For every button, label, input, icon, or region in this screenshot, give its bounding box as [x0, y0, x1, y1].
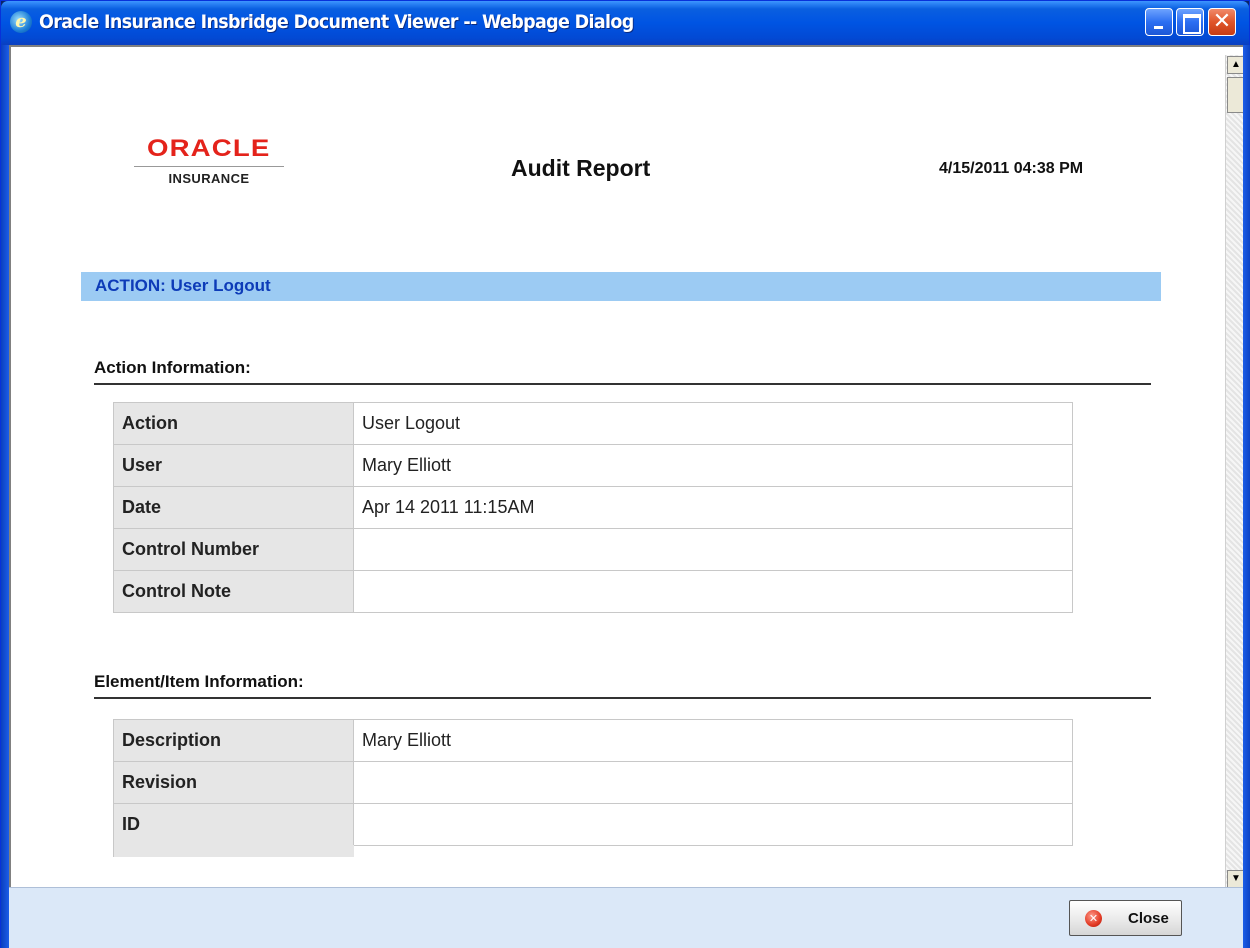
- close-button-label: Close: [1128, 910, 1169, 927]
- table-row: User Mary Elliott: [113, 444, 1073, 487]
- document-viewport[interactable]: ORACLE INSURANCE Audit Report 4/15/2011 …: [9, 45, 1243, 887]
- close-window-button[interactable]: ✕: [1208, 8, 1236, 36]
- logo-subtitle: INSURANCE: [168, 171, 250, 186]
- window-border-right: [1243, 45, 1250, 948]
- title-bar[interactable]: e Oracle Insurance Insbridge Document Vi…: [1, 1, 1249, 45]
- row-value: Mary Elliott: [353, 444, 1073, 487]
- dialog-window: e Oracle Insurance Insbridge Document Vi…: [0, 0, 1250, 948]
- table-row: Revision: [113, 761, 1073, 804]
- row-label: Control Number: [113, 528, 354, 571]
- row-value: [353, 803, 1073, 846]
- window-title: Oracle Insurance Insbridge Document View…: [39, 11, 634, 33]
- table-row: ID: [113, 803, 1073, 846]
- row-value: Apr 14 2011 11:15AM: [353, 486, 1073, 529]
- table-row: Date Apr 14 2011 11:15AM: [113, 486, 1073, 529]
- row-value: User Logout: [353, 402, 1073, 445]
- row-value: [353, 761, 1073, 804]
- report-timestamp: 4/15/2011 04:38 PM: [939, 160, 1084, 177]
- action-banner-text: ACTION: User Logout: [95, 276, 271, 295]
- vertical-scrollbar[interactable]: ▲ ▼: [1225, 55, 1243, 887]
- row-value: Mary Elliott: [353, 719, 1073, 762]
- report-title: Audit Report: [511, 155, 651, 181]
- section-title-element-item-information: Element/Item Information:: [94, 672, 1151, 699]
- maximize-button[interactable]: [1176, 8, 1204, 36]
- scroll-thumb[interactable]: [1227, 77, 1243, 113]
- close-circle-icon: ✕: [1085, 910, 1102, 927]
- row-label: Description: [113, 719, 354, 762]
- row-label: Date: [113, 486, 354, 529]
- close-icon: ✕: [1212, 9, 1232, 34]
- row-label: Revision: [113, 761, 354, 804]
- action-information-table: Action User Logout User Mary Elliott Dat…: [113, 402, 1073, 613]
- section-title-action-information: Action Information:: [94, 358, 1151, 385]
- close-button[interactable]: ✕ Close: [1069, 900, 1182, 936]
- element-information-table: Description Mary Elliott Revision ID: [113, 719, 1073, 846]
- oracle-insurance-logo: ORACLE INSURANCE: [129, 135, 289, 186]
- dialog-client-area: ORACLE INSURANCE Audit Report 4/15/2011 …: [9, 45, 1243, 948]
- table-row: Control Number: [113, 528, 1073, 571]
- window-border-left: [1, 45, 9, 948]
- action-banner: ACTION: User Logout: [81, 272, 1161, 301]
- row-value: [353, 528, 1073, 571]
- minimize-button[interactable]: [1145, 8, 1173, 36]
- table-row: Action User Logout: [113, 402, 1073, 445]
- table-row: Control Note: [113, 570, 1073, 613]
- row-label: Action: [113, 402, 354, 445]
- scroll-up-button[interactable]: ▲: [1227, 56, 1243, 74]
- scroll-down-button[interactable]: ▼: [1227, 870, 1243, 887]
- row-label: Control Note: [113, 570, 354, 613]
- ie-icon: e: [10, 11, 32, 33]
- table-row-partial: [113, 845, 354, 857]
- table-row: Description Mary Elliott: [113, 719, 1073, 762]
- row-label: User: [113, 444, 354, 487]
- row-label: ID: [113, 803, 354, 846]
- logo-divider: [134, 166, 284, 167]
- row-value: [353, 570, 1073, 613]
- dialog-footer: ✕ Close: [9, 887, 1243, 948]
- logo-brand: ORACLE: [147, 135, 271, 162]
